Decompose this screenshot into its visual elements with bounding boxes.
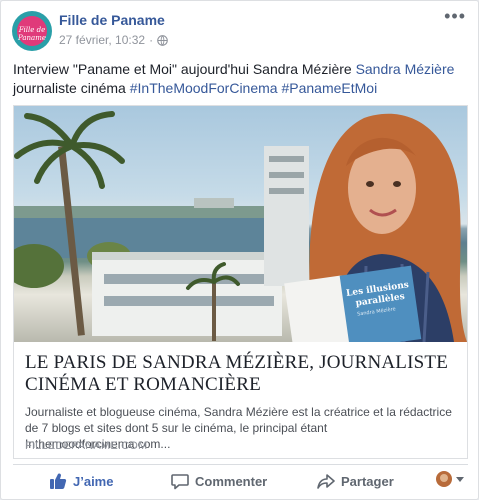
post-text-middle: journaliste cinéma — [13, 80, 130, 96]
comment-button[interactable]: Commenter — [171, 467, 267, 495]
post-text: Interview "Paname et Moi" aujourd'hui Sa… — [13, 60, 468, 98]
hashtag-link[interactable]: #PanameEtMoi — [281, 80, 377, 96]
post-meta: 27 février, 10:32 · — [59, 33, 168, 47]
link-preview-image[interactable]: Les illusions parallèles Sandra Mézière — [14, 106, 467, 342]
actions-divider — [13, 464, 468, 465]
comment-label: Commenter — [195, 473, 268, 489]
link-preview[interactable]: Les illusions parallèles Sandra Mézière … — [13, 105, 468, 459]
avatar-logo-text: Fille de Paname — [17, 26, 47, 42]
more-options-icon[interactable]: ••• — [444, 7, 466, 25]
page-name-link[interactable]: Fille de Paname — [59, 12, 165, 28]
share-arrow-icon — [317, 474, 335, 489]
globe-icon[interactable] — [157, 34, 168, 46]
link-preview-domain: FILLEDEPANAME.COM — [25, 440, 148, 452]
meta-separator: · — [149, 33, 154, 47]
post-card: Fille de Paname Fille de Paname 27 févri… — [0, 0, 479, 500]
user-avatar — [436, 471, 452, 487]
like-button[interactable]: J’aime — [49, 467, 113, 495]
share-label: Partager — [341, 473, 394, 489]
page-avatar[interactable]: Fille de Paname — [12, 11, 52, 51]
post-as-selector[interactable] — [436, 471, 464, 487]
post-date[interactable]: 27 février, 10:32 — [59, 33, 145, 47]
link-preview-title[interactable]: LE PARIS DE SANDRA MÉZIÈRE, JOURNALISTE … — [25, 352, 457, 396]
caret-down-icon — [456, 476, 464, 482]
like-label: J’aime — [73, 473, 114, 489]
share-button[interactable]: Partager — [317, 467, 394, 495]
hashtag-link[interactable]: #InTheMoodForCinema — [130, 80, 278, 96]
avatar-logo: Fille de Paname — [17, 16, 47, 46]
mention-link[interactable]: Sandra Mézière — [356, 61, 455, 77]
post-text-intro: Interview "Paname et Moi" aujourd'hui Sa… — [13, 61, 356, 77]
photo-illustration: Les illusions parallèles Sandra Mézière — [14, 111, 467, 342]
comment-bubble-icon — [171, 474, 189, 490]
thumbs-up-icon — [50, 473, 67, 489]
